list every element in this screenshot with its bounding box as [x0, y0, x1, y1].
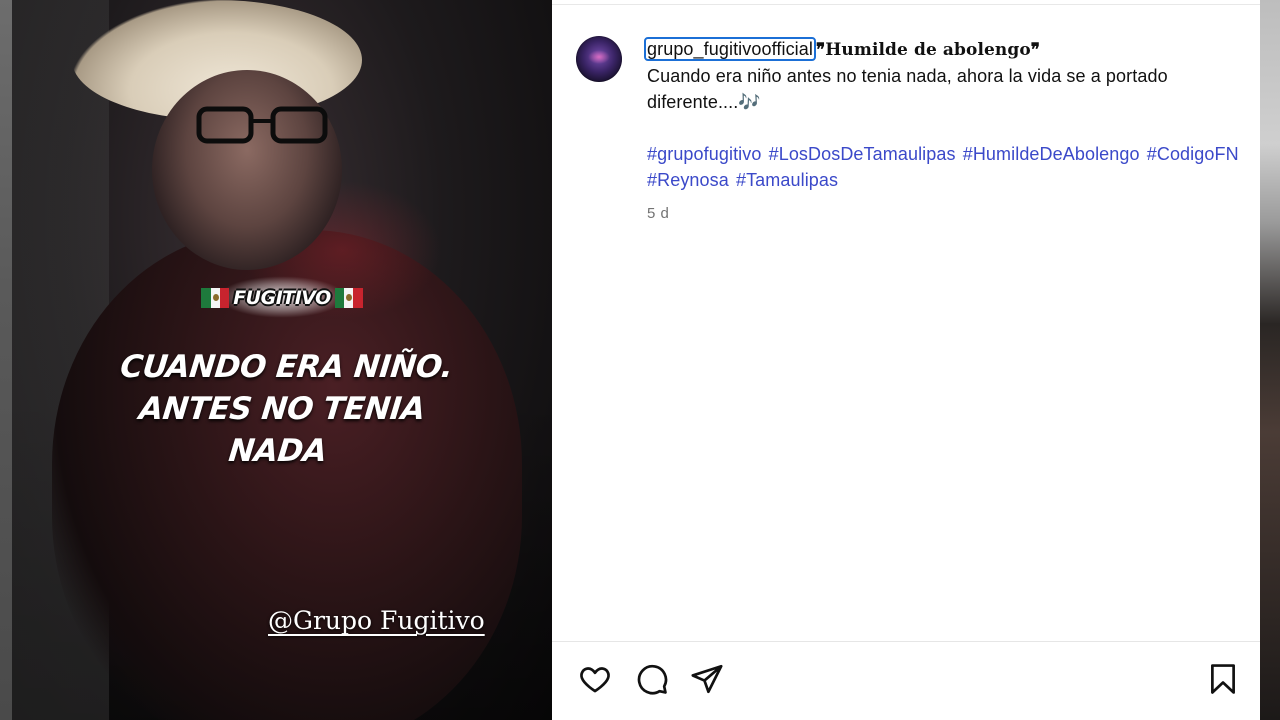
overlay-line: CUANDO ERA NIÑO.	[118, 349, 455, 385]
video-brand-text: FUGITIVO	[233, 287, 331, 309]
video-person-face	[152, 70, 342, 270]
hashtag-link[interactable]: #Reynosa	[647, 170, 729, 190]
overlay-line: ANTES NO TENIA	[137, 391, 427, 427]
post-timestamp[interactable]: 5 d	[647, 201, 1247, 227]
post-caption: grupo_fugitivoofficial ❞Humilde de abolen…	[644, 36, 1247, 227]
video-person-glasses	[196, 106, 328, 144]
post-video[interactable]: FUGITIVO CUANDO ERA NIÑO. ANTES NO TENIA…	[12, 0, 552, 720]
username-link[interactable]: grupo_fugitivoofficial	[644, 37, 816, 61]
background-page-right	[1260, 0, 1280, 720]
hashtag-list: #grupofugitivo #LosDosDeTamaulipas #Humi…	[647, 141, 1247, 193]
post-details-panel: grupo_fugitivoofficial ❞Humilde de abolen…	[552, 0, 1260, 720]
hashtag-link[interactable]: #CodigoFN	[1147, 144, 1239, 164]
video-brand-badge: FUGITIVO	[198, 272, 366, 324]
video-watermark-handle: @Grupo Fugitivo	[268, 606, 485, 635]
bookmark-icon	[1211, 664, 1235, 694]
save-button[interactable]	[1204, 660, 1242, 698]
mexico-flag-icon	[334, 288, 363, 308]
comment-icon	[637, 664, 668, 695]
mexico-flag-icon	[201, 288, 230, 308]
panel-top-border	[552, 4, 1260, 5]
like-button[interactable]	[576, 660, 614, 698]
video-overlay-text: CUANDO ERA NIÑO. ANTES NO TENIA NADA	[75, 346, 488, 472]
action-bar	[576, 660, 1236, 700]
hashtag-link[interactable]: #LosDosDeTamaulipas	[769, 144, 956, 164]
song-title: ❞Humilde de abolengo❞	[815, 40, 1041, 60]
heart-icon	[580, 667, 610, 693]
share-icon	[691, 664, 723, 694]
avatar[interactable]	[576, 36, 622, 82]
caption-text: Cuando era niño antes no tenia nada, aho…	[647, 66, 1168, 112]
actions-divider	[552, 641, 1260, 642]
hashtag-link[interactable]: #HumildeDeAbolengo	[963, 144, 1140, 164]
share-button[interactable]	[688, 660, 726, 698]
overlay-line: NADA	[226, 433, 329, 469]
comment-button[interactable]	[633, 660, 671, 698]
background-page-left	[0, 0, 12, 720]
hashtag-link[interactable]: #grupofugitivo	[647, 144, 761, 164]
hashtag-link[interactable]: #Tamaulipas	[736, 170, 838, 190]
